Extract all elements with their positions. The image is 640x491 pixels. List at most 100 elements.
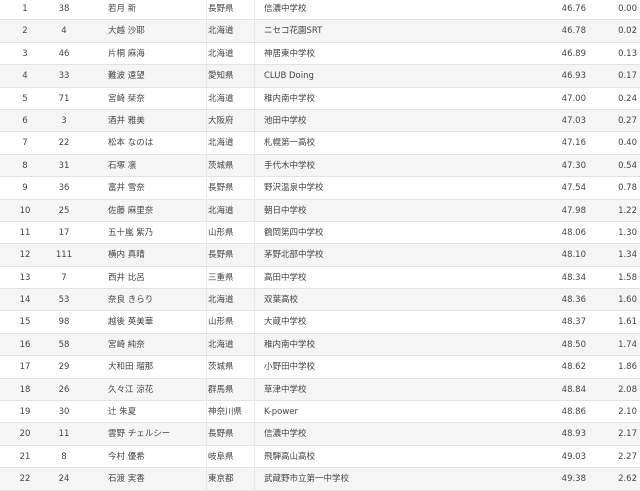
time-difference-cell: 1.74 (618, 339, 637, 350)
results-table: 1 38 若月 新長野県 信濃中学校 46.76 0.00 2 4 大越 沙耶 北海道 ニセコ花園S… (0, 0, 640, 491)
table-row: 8 31 石塚 凛 茨城県 手代木中学校 47.30 0.54 (0, 154, 640, 178)
table-row: 6 3 酒井 雅美 大阪府 池田中学校 47.03 0.27 (0, 109, 640, 133)
athlete-name-cell: 奈良 きらり (108, 295, 154, 306)
team-cell: 神居東中学校 (264, 48, 316, 59)
time-cell: 46.76 (561, 4, 586, 14)
bib-number-cell: 53 (58, 295, 70, 306)
team-cell: 高田中学校 (264, 272, 307, 283)
rank-cell: 15 (19, 317, 31, 328)
prefecture-cell: 群馬県 (208, 384, 234, 395)
column-divider (206, 445, 207, 469)
team-cell: 信濃中学校 (264, 429, 307, 440)
table-row: 21 8 今村 優希 岐阜県 飛騨高山高校 49.03 2.27 (0, 445, 640, 469)
time-cell: 48.62 (561, 362, 586, 373)
bib-number-cell: 98 (58, 317, 70, 328)
column-divider (254, 333, 255, 357)
rank-cell: 22 (19, 474, 31, 485)
team-cell: 草津中学校 (264, 384, 307, 395)
prefecture-cell: 岐阜県 (208, 451, 234, 462)
time-difference-cell: 0.54 (618, 160, 637, 171)
prefecture-cell: 北海道 (208, 138, 234, 149)
bib-number-cell: 4 (61, 26, 67, 37)
table-row: 4 33 難波 遠望 愛知県 CLUB Doing 46.93 0.17 (0, 65, 640, 88)
bib-number-cell: 8 (61, 451, 67, 462)
bib-number-cell: 71 (58, 93, 70, 104)
prefecture-cell: 北海道 (208, 93, 234, 104)
table-row: 7 22 松本 なのは 北海道 札幌第一高校 47.16 0.40 (0, 132, 640, 155)
time-difference-cell: 1.60 (618, 295, 637, 306)
time-difference-cell: 0.02 (618, 26, 637, 37)
athlete-name-cell: 佐藤 麻里奈 (108, 205, 154, 216)
column-divider (254, 109, 255, 133)
column-divider (254, 311, 255, 334)
rank-cell: 1 (22, 4, 28, 14)
column-divider (206, 333, 207, 357)
column-divider (254, 132, 255, 155)
prefecture-cell: 愛知県 (208, 71, 234, 82)
time-cell: 48.50 (561, 339, 586, 350)
rank-cell: 3 (22, 48, 28, 59)
table-row: 18 26 久々江 涼花 群馬県 草津中学校 48.84 2.08 (0, 378, 640, 402)
prefecture-cell: 山形県 (208, 317, 234, 328)
team-cell: 朝日中学校 (264, 205, 307, 216)
table-row: 11 17 五十嵐 紫乃 山形県 鶴岡第四中学校 48.06 1.30 (0, 221, 640, 245)
time-cell: 47.00 (561, 93, 586, 104)
time-cell: 47.54 (561, 183, 586, 194)
column-divider (206, 65, 207, 88)
time-difference-cell: 1.61 (618, 317, 637, 328)
time-cell: 49.38 (561, 474, 586, 485)
bib-number-cell: 25 (58, 205, 70, 216)
column-divider (206, 177, 207, 200)
team-cell: ニセコ花園SRT (264, 26, 323, 37)
time-cell: 47.03 (561, 115, 586, 126)
column-divider (206, 87, 207, 110)
athlete-name-cell: 松本 なのは (108, 138, 154, 149)
team-cell: 茅野北部中学校 (264, 250, 324, 261)
column-divider (254, 244, 255, 267)
time-cell: 48.93 (561, 429, 586, 440)
team-cell: 稚内南中学校 (264, 93, 316, 104)
athlete-name-cell: 石塚 凛 (108, 160, 137, 171)
column-divider (254, 468, 255, 491)
time-difference-cell: 0.13 (618, 48, 637, 59)
bib-number-cell: 24 (58, 474, 70, 485)
bib-number-cell: 26 (58, 384, 70, 395)
time-difference-cell: 1.58 (618, 272, 637, 283)
column-divider (254, 199, 255, 222)
rank-cell: 7 (22, 138, 28, 149)
rank-cell: 10 (19, 205, 31, 216)
column-divider (206, 20, 207, 43)
prefecture-cell: 長野県 (208, 250, 234, 261)
bib-number-cell: 3 (61, 115, 67, 126)
column-divider (254, 177, 255, 200)
column-divider (206, 289, 207, 312)
bib-number-cell: 111 (55, 250, 73, 261)
prefecture-cell: 東京都 (208, 474, 234, 485)
time-difference-cell: 1.86 (618, 362, 637, 373)
time-difference-cell: 0.27 (618, 115, 637, 126)
athlete-name-cell: 今村 優希 (108, 451, 145, 462)
bib-number-cell: 7 (61, 272, 67, 283)
team-cell: 稚内南中学校 (264, 339, 316, 350)
time-difference-cell: 1.22 (618, 205, 637, 216)
time-difference-cell: 2.17 (618, 429, 637, 440)
time-difference-cell: 1.30 (618, 227, 637, 238)
column-divider (254, 87, 255, 110)
team-cell: 武蔵野市立第一中学校 (264, 474, 350, 485)
bib-number-cell: 31 (58, 160, 70, 171)
table-row: 15 98 越後 英美華 山形県 大蔵中学校 48.37 1.61 (0, 311, 640, 334)
column-divider (254, 65, 255, 88)
bib-number-cell: 11 (58, 429, 70, 440)
table-row: 19 30 辻 朱夏 神奈川県 K-power 48.86 2.10 (0, 401, 640, 424)
prefecture-cell: 長野県 (208, 4, 234, 14)
column-divider (206, 266, 207, 290)
athlete-name-cell: 若月 新 (108, 4, 137, 14)
time-difference-cell: 1.34 (618, 250, 637, 261)
team-cell: CLUB Doing (264, 71, 314, 82)
bib-number-cell: 17 (58, 227, 70, 238)
time-cell: 47.98 (561, 205, 586, 216)
table-row: 20 11 雲野 チェルシー 長野県 信濃中学校 48.93 2.17 (0, 423, 640, 446)
column-divider (254, 221, 255, 245)
prefecture-cell: 三重県 (208, 272, 234, 283)
time-cell: 49.03 (561, 451, 586, 462)
